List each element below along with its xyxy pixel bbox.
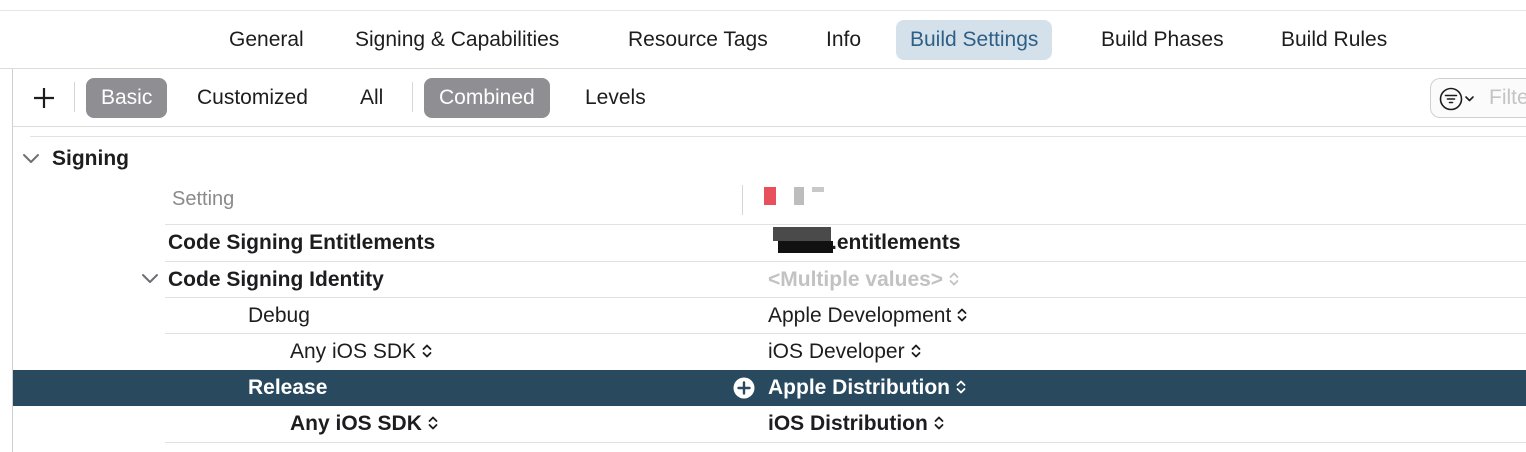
- setting-value: <Multiple values>: [768, 268, 944, 291]
- sdk-condition-popup[interactable]: Any iOS SDK: [290, 406, 438, 442]
- row-divider: [165, 442, 1526, 443]
- up-down-arrows-icon: [422, 344, 432, 358]
- setting-row-release-any-ios-sdk[interactable]: Any iOS SDK iOS Distribution: [13, 406, 1526, 442]
- setting-name: Any iOS SDK: [290, 340, 417, 363]
- setting-row-debug-any-ios-sdk[interactable]: Any iOS SDK iOS Developer: [13, 334, 1526, 370]
- top-divider: [0, 10, 1526, 11]
- setting-value: iOS Developer: [768, 340, 905, 363]
- up-down-arrows-icon: [934, 416, 944, 430]
- setting-name: Any iOS SDK: [290, 412, 422, 435]
- redacted-target-name: [794, 187, 804, 205]
- scope-customized-button[interactable]: Customized: [182, 78, 323, 118]
- up-down-arrows-icon: [956, 380, 966, 394]
- up-down-arrows-icon: [957, 308, 967, 322]
- filter-options-icon[interactable]: [1439, 87, 1479, 111]
- section-title: Signing: [52, 147, 129, 170]
- setting-value: .entitlements: [831, 231, 961, 254]
- setting-value-popup[interactable]: Apple Distribution: [768, 370, 966, 406]
- column-divider: [742, 185, 743, 215]
- setting-row-code-signing-identity[interactable]: Code Signing Identity <Multiple values>: [13, 262, 1526, 298]
- setting-value: Apple Development: [768, 304, 952, 327]
- setting-row-debug[interactable]: Debug Apple Development: [13, 298, 1526, 334]
- setting-name: Code Signing Identity: [168, 268, 384, 291]
- column-header-setting: Setting: [172, 188, 235, 210]
- redacted-filename: [778, 241, 833, 253]
- chevron-down-icon[interactable]: [22, 152, 40, 166]
- up-down-arrows-icon: [949, 272, 959, 286]
- tab-signing-capabilities[interactable]: Signing & Capabilities: [341, 20, 573, 60]
- section-divider: [30, 136, 1526, 137]
- scope-basic-button[interactable]: Basic: [86, 78, 168, 118]
- build-settings-editor: General Signing & Capabilities Resource …: [0, 0, 1526, 452]
- redacted-target-name: [812, 187, 824, 192]
- add-condition-icon[interactable]: [733, 377, 755, 399]
- toolbar-divider: [412, 82, 413, 112]
- setting-value-popup[interactable]: Apple Development: [768, 298, 967, 334]
- editor-tab-bar: General Signing & Capabilities Resource …: [0, 0, 1526, 69]
- setting-value-popup[interactable]: iOS Distribution: [768, 406, 944, 442]
- tab-build-phases[interactable]: Build Phases: [1087, 20, 1238, 60]
- tab-resource-tags[interactable]: Resource Tags: [614, 20, 782, 60]
- chevron-down-icon[interactable]: [141, 272, 159, 286]
- tab-build-settings[interactable]: Build Settings: [896, 20, 1053, 60]
- tab-info[interactable]: Info: [812, 20, 875, 60]
- build-settings-toolbar: Basic Customized All Combined Levels Fil…: [13, 69, 1526, 127]
- setting-name: Release: [248, 376, 328, 399]
- view-levels-button[interactable]: Levels: [570, 78, 661, 118]
- add-build-setting-button[interactable]: [31, 82, 57, 114]
- plus-icon: [34, 88, 54, 108]
- setting-name: Code Signing Entitlements: [168, 231, 436, 254]
- setting-value: Apple Distribution: [768, 376, 950, 399]
- redacted-filename: [773, 227, 831, 241]
- scope-all-button[interactable]: All: [345, 78, 398, 118]
- setting-row-release[interactable]: Release Apple Distribution: [13, 370, 1526, 406]
- tab-general[interactable]: General: [215, 20, 318, 60]
- filter-placeholder: Filter: [1489, 86, 1526, 109]
- setting-value-popup[interactable]: <Multiple values>: [768, 262, 959, 298]
- toolbar-divider: [74, 82, 75, 112]
- setting-value: iOS Distribution: [768, 412, 928, 435]
- up-down-arrows-icon: [911, 344, 920, 358]
- view-combined-button[interactable]: Combined: [424, 78, 550, 118]
- filter-field[interactable]: Filter: [1430, 78, 1526, 118]
- tab-build-rules[interactable]: Build Rules: [1267, 20, 1401, 60]
- setting-name: Debug: [248, 304, 310, 327]
- up-down-arrows-icon: [428, 416, 438, 430]
- sdk-condition-popup[interactable]: Any iOS SDK: [290, 334, 432, 370]
- setting-value-popup[interactable]: iOS Developer: [768, 334, 921, 370]
- redacted-target-name: [764, 187, 776, 205]
- setting-row-code-signing-entitlements[interactable]: Code Signing Entitlements .entitlements: [13, 225, 1526, 261]
